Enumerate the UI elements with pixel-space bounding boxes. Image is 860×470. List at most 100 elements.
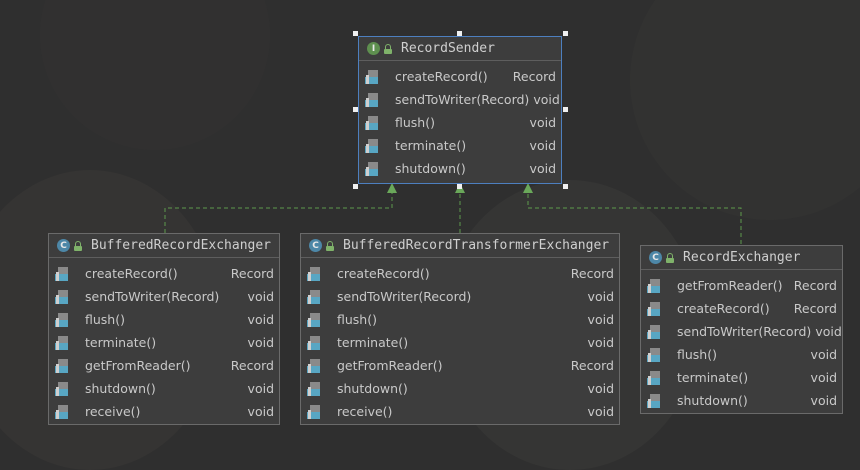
return-type: void <box>247 335 274 350</box>
method-row[interactable]: getFromReader() Record <box>641 274 842 297</box>
method-icon <box>307 266 320 281</box>
return-type: void <box>247 381 274 396</box>
method-row[interactable]: shutdown() void <box>301 377 619 400</box>
method-name: terminate() <box>677 370 749 385</box>
method-icon <box>55 335 68 350</box>
method-row[interactable]: createRecord() Record <box>641 297 842 320</box>
method-name: createRecord() <box>85 266 178 281</box>
method-row[interactable]: shutdown() void <box>49 377 279 400</box>
method-name: shutdown() <box>337 381 408 396</box>
resize-handle-top-left[interactable] <box>353 31 358 36</box>
method-icon <box>55 266 68 281</box>
return-type: Record <box>793 301 837 316</box>
method-row[interactable]: flush() void <box>49 308 279 331</box>
method-name: createRecord() <box>395 69 488 84</box>
method-name: sendToWriter(Record) <box>395 92 530 107</box>
method-row[interactable]: terminate() void <box>641 366 842 389</box>
method-row[interactable]: sendToWriter(Record) void <box>641 320 842 343</box>
method-name: flush() <box>677 347 717 362</box>
method-row[interactable]: flush() void <box>641 343 842 366</box>
method-icon <box>55 312 68 327</box>
method-list: createRecord() Record sendToWriter(Record… <box>359 61 561 180</box>
method-row[interactable]: receive() void <box>49 400 279 423</box>
method-name: receive() <box>337 404 393 419</box>
interface-record-sender[interactable]: I RecordSender createRecord() Record send… <box>358 36 562 184</box>
box-title: BufferedRecordTransformerExchanger <box>343 238 610 253</box>
return-type: void <box>247 289 274 304</box>
method-name: sendToWriter(Record) <box>85 289 220 304</box>
method-icon <box>307 289 320 304</box>
return-type: Record <box>570 266 614 281</box>
interface-icon: I <box>367 42 380 55</box>
resize-handle-right[interactable] <box>563 107 568 112</box>
lock-icon <box>74 240 82 251</box>
method-icon <box>55 381 68 396</box>
method-icon <box>307 312 320 327</box>
resize-handle-bottom-left[interactable] <box>353 184 358 189</box>
resize-handle-left[interactable] <box>353 107 358 112</box>
method-row[interactable]: createRecord() Record <box>301 262 619 285</box>
method-row[interactable]: shutdown() void <box>641 389 842 412</box>
method-row[interactable]: createRecord() Record <box>49 262 279 285</box>
method-row[interactable]: sendToWriter(Record) void <box>359 88 561 111</box>
method-row[interactable]: createRecord() Record <box>359 65 561 88</box>
method-list: createRecord() Record sendToWriter(Record… <box>49 258 279 423</box>
return-type: Record <box>570 358 614 373</box>
method-name: flush() <box>85 312 125 327</box>
method-name: sendToWriter(Record) <box>337 289 472 304</box>
return-type: void <box>587 289 614 304</box>
class-record-exchanger[interactable]: C RecordExchanger getFromReader() Record … <box>640 245 843 414</box>
return-type: Record <box>793 278 837 293</box>
method-row[interactable]: terminate() void <box>301 331 619 354</box>
method-name: shutdown() <box>85 381 156 396</box>
method-row[interactable]: terminate() void <box>49 331 279 354</box>
return-type: void <box>810 393 837 408</box>
resize-handle-top[interactable] <box>457 31 462 36</box>
method-row[interactable]: sendToWriter(Record) void <box>301 285 619 308</box>
box-title: RecordExchanger <box>683 250 801 265</box>
return-type: void <box>529 115 556 130</box>
method-row[interactable]: flush() void <box>359 111 561 134</box>
method-icon <box>647 278 660 293</box>
return-type: Record <box>230 358 274 373</box>
method-row[interactable]: getFromReader() Record <box>49 354 279 377</box>
class-icon: C <box>57 239 70 252</box>
resize-handle-top-right[interactable] <box>563 31 568 36</box>
method-name: terminate() <box>395 138 467 153</box>
arrowhead-1 <box>387 183 397 193</box>
box-header: C RecordExchanger <box>641 246 842 270</box>
method-icon <box>55 404 68 419</box>
return-type: void <box>587 381 614 396</box>
method-name: shutdown() <box>395 161 466 176</box>
method-icon <box>647 301 660 316</box>
return-type: void <box>529 161 556 176</box>
method-icon <box>365 115 378 130</box>
method-row[interactable]: shutdown() void <box>359 157 561 180</box>
method-row[interactable]: receive() void <box>301 400 619 423</box>
method-icon <box>647 347 660 362</box>
method-row[interactable]: getFromReader() Record <box>301 354 619 377</box>
class-buffered-record-exchanger[interactable]: C BufferedRecordExchanger createRecord()… <box>48 233 280 425</box>
class-icon: C <box>309 239 322 252</box>
resize-handle-bottom-right[interactable] <box>563 184 568 189</box>
method-name: getFromReader() <box>85 358 191 373</box>
method-icon <box>365 138 378 153</box>
resize-handle-bottom[interactable] <box>457 184 462 189</box>
method-row[interactable]: terminate() void <box>359 134 561 157</box>
method-row[interactable]: sendToWriter(Record) void <box>49 285 279 308</box>
method-name: getFromReader() <box>677 278 783 293</box>
method-row[interactable]: flush() void <box>301 308 619 331</box>
method-name: createRecord() <box>337 266 430 281</box>
return-type: void <box>247 312 274 327</box>
method-name: flush() <box>337 312 377 327</box>
box-header: C BufferedRecordTransformerExchanger <box>301 234 619 258</box>
return-type: void <box>810 347 837 362</box>
return-type: void <box>587 335 614 350</box>
method-list: getFromReader() Record createRecord() Reco… <box>641 270 842 412</box>
method-name: terminate() <box>85 335 157 350</box>
method-name: receive() <box>85 404 141 419</box>
class-buffered-record-transformer-exchanger[interactable]: C BufferedRecordTransformerExchanger cre… <box>300 233 620 425</box>
lock-icon <box>384 43 392 54</box>
arrowhead-3 <box>523 183 533 193</box>
method-icon <box>365 69 378 84</box>
